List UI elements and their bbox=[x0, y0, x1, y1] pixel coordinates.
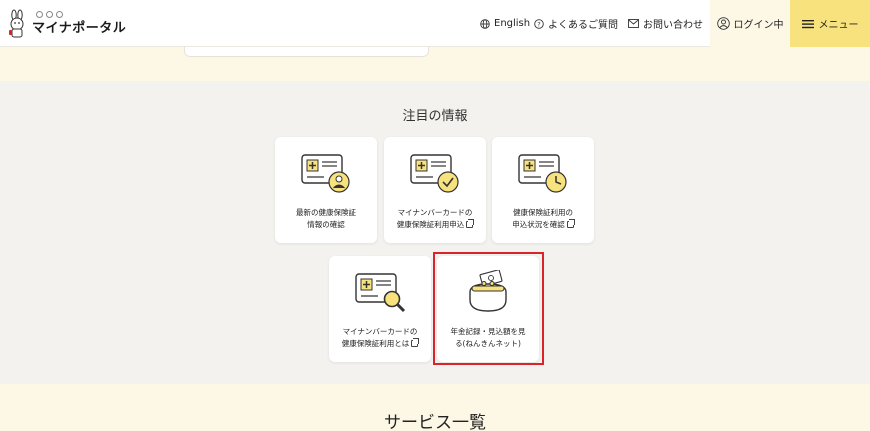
content-card-bottom-edge bbox=[184, 47, 429, 57]
faq-link[interactable]: ? よくあるご質問 bbox=[534, 0, 618, 47]
insurance-card-magnifier-icon bbox=[355, 273, 406, 313]
hamburger-icon bbox=[801, 19, 814, 28]
rabbit-mascot-icon bbox=[9, 9, 24, 38]
featured-title: 注目の情報 bbox=[402, 109, 468, 124]
logo-text: マイナポータル bbox=[32, 20, 127, 36]
tile-application-status[interactable]: 健康保険証利用の 申込状況を確認 bbox=[492, 137, 594, 243]
question-circle-icon: ? bbox=[534, 18, 544, 29]
login-button[interactable]: ログイン中 bbox=[710, 0, 790, 47]
svg-text:?: ? bbox=[537, 20, 540, 28]
menu-button[interactable]: メニュー bbox=[790, 0, 870, 47]
external-link-icon bbox=[411, 338, 420, 347]
top-band bbox=[0, 47, 870, 81]
login-label: ログイン中 bbox=[733, 20, 784, 31]
contact-label: お問い合わせ bbox=[643, 20, 703, 31]
site-header: マイナポータル English ? よくあるご質問 お問い合わせ ログイン中 メ… bbox=[0, 0, 870, 47]
tile-label: マイナンバーカードの 健康保険証利用とは bbox=[341, 327, 420, 348]
mail-icon bbox=[628, 19, 639, 28]
english-link[interactable]: English bbox=[480, 0, 530, 47]
tile-label: 健康保険証利用の 申込状況を確認 bbox=[512, 208, 575, 229]
tile-latest-insurance-info[interactable]: 最新の健康保険証 情報の確認 bbox=[275, 137, 377, 243]
tile-what-is-insurance-card-use[interactable]: マイナンバーカードの 健康保険証利用とは bbox=[329, 256, 431, 362]
tile-insurance-card-application[interactable]: マイナンバーカードの 健康保険証利用申込 bbox=[384, 137, 486, 243]
insurance-card-check-icon bbox=[410, 154, 459, 193]
external-link-icon bbox=[566, 219, 575, 228]
insurance-card-clock-icon bbox=[518, 154, 567, 193]
faq-label: よくあるご質問 bbox=[548, 20, 618, 31]
user-circle-icon bbox=[716, 17, 730, 30]
globe-icon bbox=[480, 18, 490, 29]
services-title: サービス一覧 bbox=[384, 413, 486, 431]
english-label: English bbox=[494, 18, 531, 29]
contact-link[interactable]: お問い合わせ bbox=[628, 0, 703, 47]
external-link-icon bbox=[466, 219, 475, 228]
site-logo[interactable]: マイナポータル bbox=[6, 8, 126, 40]
highlight-box bbox=[433, 252, 544, 365]
tile-label: 最新の健康保険証 情報の確認 bbox=[296, 208, 356, 229]
insurance-card-person-icon bbox=[301, 154, 350, 193]
menu-label: メニュー bbox=[818, 20, 859, 31]
tile-label: マイナンバーカードの 健康保険証利用申込 bbox=[396, 208, 475, 229]
